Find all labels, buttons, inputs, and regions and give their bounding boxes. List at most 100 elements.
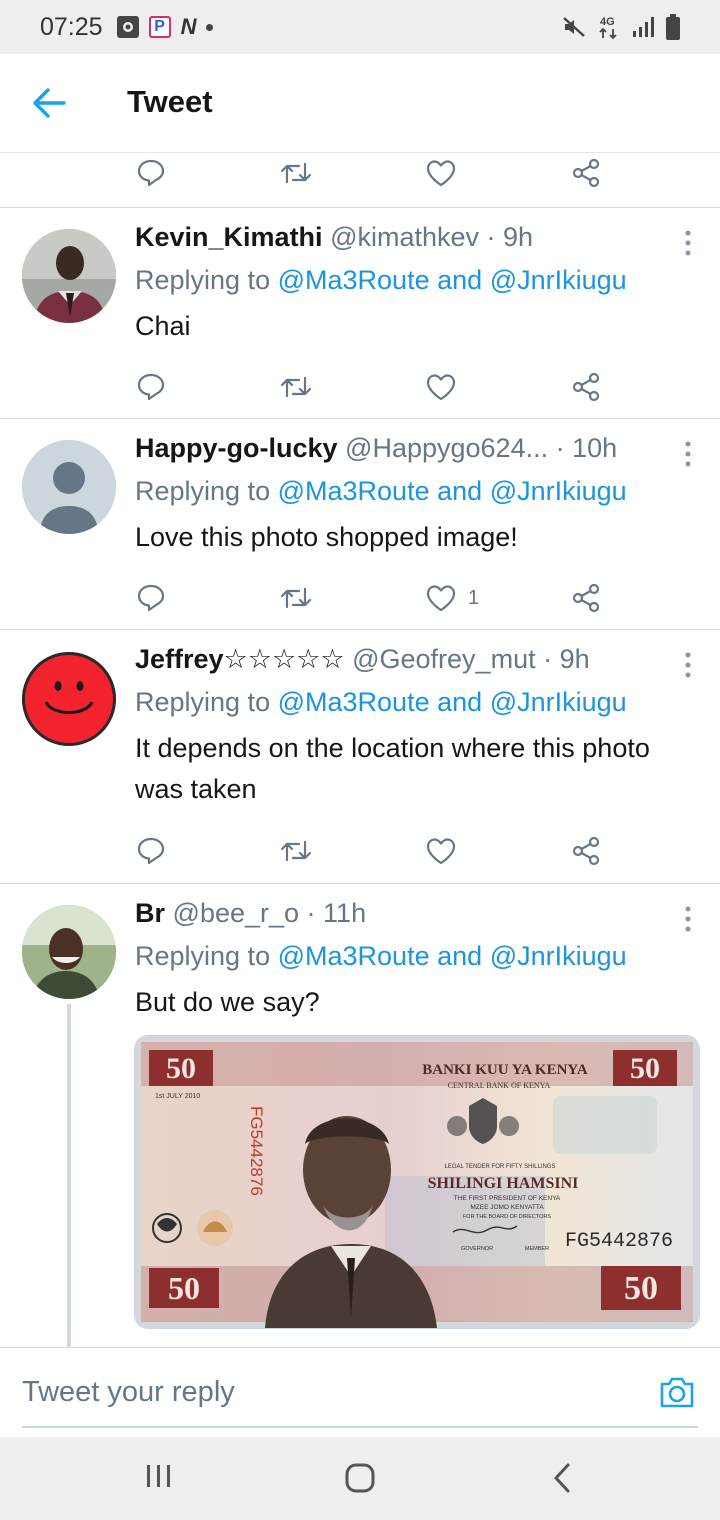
board-text: FOR THE BOARD OF DIRECTORS (463, 1214, 551, 1220)
recent-apps-icon (147, 1465, 170, 1487)
home-button[interactable] (343, 1461, 377, 1495)
tweet-text: Love this photo shopped image! (135, 522, 518, 552)
tweet-time: · 9h (486, 222, 534, 252)
more-vertical-icon (685, 652, 691, 678)
reply-link-jnrikiugu[interactable]: @JnrIkiugu (490, 941, 627, 971)
heart-icon (426, 838, 456, 865)
reply-button[interactable] (136, 153, 166, 193)
reply-button[interactable] (136, 831, 166, 871)
governor-label: GOVERNOR (461, 1246, 493, 1252)
user-name[interactable]: Happy-go-lucky (135, 433, 338, 463)
share-button[interactable] (571, 367, 601, 407)
retweet-button[interactable] (280, 367, 312, 407)
tweet-item[interactable]: Happy-go-lucky @Happygo624... · 10h Repl… (0, 419, 720, 629)
tweet-header: Happy-go-lucky @Happygo624... · 10h (135, 433, 680, 469)
reply-and: and (437, 265, 483, 295)
user-handle[interactable]: @Happygo624... (345, 433, 548, 463)
avatar[interactable] (22, 440, 116, 534)
like-button[interactable] (426, 831, 456, 871)
reply-icon (137, 584, 165, 612)
retweet-button[interactable] (280, 578, 312, 618)
share-button[interactable] (571, 831, 601, 871)
denomination-top-left: 50 (166, 1052, 196, 1085)
replying-prefix: Replying to (135, 476, 271, 506)
tweet-header: Kevin_Kimathi @kimathkev · 9h (135, 222, 680, 258)
denomination-bottom-left: 50 (168, 1270, 200, 1306)
camera-icon (660, 1377, 694, 1408)
default-avatar-icon (22, 440, 116, 534)
thread-line (67, 1004, 71, 1348)
tweet-actions: 1 (0, 578, 720, 618)
user-handle[interactable]: @Geofrey_mut (352, 644, 535, 674)
more-vertical-icon (685, 441, 691, 467)
tweet-time: · 11h (306, 898, 367, 928)
avatar[interactable] (22, 905, 116, 999)
like-button[interactable] (426, 153, 456, 193)
like-button[interactable]: 1 (426, 578, 479, 618)
more-options-button[interactable] (684, 652, 692, 678)
tweet-time: · 10h (555, 433, 618, 463)
status-bar: 07:25 P N 4G (0, 0, 720, 54)
reply-button[interactable] (136, 578, 166, 618)
denomination-bottom-right: 50 (624, 1270, 658, 1307)
tweet-text: But do we say? (135, 987, 320, 1017)
share-icon (572, 583, 600, 613)
amount-words: SHILINGI HAMSINI (428, 1175, 579, 1192)
app-header: Tweet (0, 54, 720, 153)
legal-tender: LEGAL TENDER FOR FIFTY SHILLINGS (445, 1164, 556, 1170)
reply-link-jnrikiugu[interactable]: @JnrIkiugu (490, 265, 627, 295)
serial-number-vertical: FG5442876 (247, 1106, 266, 1196)
recent-apps-button[interactable] (144, 1461, 174, 1495)
reply-and: and (437, 941, 483, 971)
replying-to: Replying to @Ma3Route and @JnrIkiugu (135, 941, 627, 972)
tweet-item[interactable]: Jeffrey☆☆☆☆☆ @Geofrey_mut · 9h Replying … (0, 630, 720, 883)
reply-link-jnrikiugu[interactable]: @JnrIkiugu (490, 687, 627, 717)
tweet-actions (0, 367, 720, 407)
nav-back-button[interactable] (550, 1461, 574, 1495)
more-options-button[interactable] (684, 230, 692, 256)
like-count: 1 (468, 586, 480, 609)
camera-button[interactable] (658, 1374, 696, 1410)
share-button[interactable] (571, 153, 601, 193)
reply-link-ma3route[interactable]: @Ma3Route (278, 265, 430, 295)
user-name[interactable]: Kevin_Kimathi (135, 222, 323, 252)
tweet-item[interactable]: Kevin_Kimathi @kimathkev · 9h Replying t… (0, 208, 720, 418)
president-line2: MZEE JOMO KENYATTA (470, 1204, 544, 1211)
retweet-icon (280, 162, 312, 184)
member-label: MEMBER (525, 1246, 549, 1252)
home-icon (345, 1463, 375, 1493)
denomination-top-right: 50 (630, 1052, 660, 1085)
more-options-button[interactable] (684, 906, 692, 932)
reply-link-jnrikiugu[interactable]: @JnrIkiugu (490, 476, 627, 506)
reply-link-ma3route[interactable]: @Ma3Route (278, 941, 430, 971)
tweet-media-image[interactable]: 50 50 50 50 BANKI KUU YA KENYA CENTRAL B… (134, 1035, 700, 1329)
back-icon (554, 1463, 570, 1493)
replying-prefix: Replying to (135, 941, 271, 971)
avatar[interactable] (22, 652, 116, 746)
serial-number: FG5442876 (565, 1230, 673, 1253)
tweet-header: Br @bee_r_o · 11h (135, 898, 680, 934)
battery-icon (666, 14, 680, 40)
signal-icon (633, 17, 654, 37)
reply-button[interactable] (136, 367, 166, 407)
user-handle[interactable]: @bee_r_o (173, 898, 300, 928)
reply-link-ma3route[interactable]: @Ma3Route (278, 476, 430, 506)
cockerel-emblem-icon (197, 1210, 233, 1246)
retweet-button[interactable] (280, 831, 312, 871)
dot-icon (206, 23, 214, 31)
reply-link-ma3route[interactable]: @Ma3Route (278, 687, 430, 717)
reply-input[interactable]: Tweet your reply (22, 1376, 235, 1409)
like-button[interactable] (426, 367, 456, 407)
retweet-icon (280, 587, 312, 609)
reply-feed[interactable]: Kevin_Kimathi @kimathkev · 9h Replying t… (0, 153, 720, 1348)
retweet-button[interactable] (280, 153, 312, 193)
avatar[interactable] (22, 229, 116, 323)
user-handle[interactable]: @kimathkev (330, 222, 479, 252)
notification-icon (116, 16, 139, 38)
share-button[interactable] (571, 578, 601, 618)
user-name[interactable]: Jeffrey☆☆☆☆☆ (135, 644, 345, 674)
back-button[interactable] (30, 86, 70, 120)
retweet-icon (280, 376, 312, 398)
user-name[interactable]: Br (135, 898, 165, 928)
more-options-button[interactable] (684, 441, 692, 467)
